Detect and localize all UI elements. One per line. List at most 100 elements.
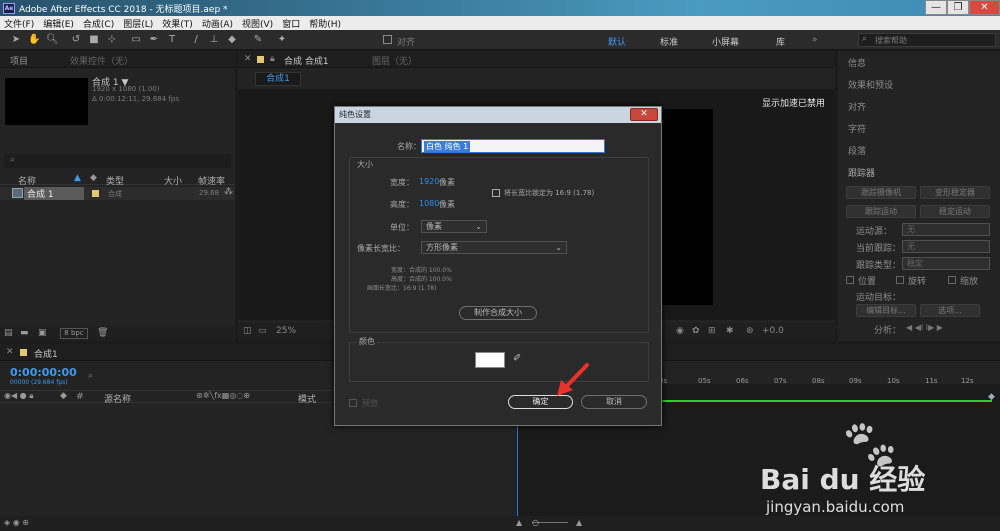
lock-icon[interactable]: 🔒︎	[270, 54, 275, 64]
menu-composition[interactable]: 合成(C)	[83, 17, 114, 30]
rectangle-tool-icon[interactable]: ▭	[130, 34, 142, 46]
rotation-checkbox[interactable]	[896, 276, 904, 284]
menu-file[interactable]: 文件(F)	[4, 17, 34, 30]
workspace-library[interactable]: 库	[776, 35, 785, 48]
menu-effect[interactable]: 效果(T)	[162, 17, 193, 30]
label-color-swatch[interactable]	[92, 190, 99, 197]
panel-paragraph[interactable]: 段落	[848, 144, 866, 157]
current-track-select[interactable]: 无	[902, 240, 990, 253]
search-icon[interactable]: ⌕	[88, 371, 93, 381]
current-timecode[interactable]: 0:00:00:00	[10, 366, 77, 379]
camera-tool-icon[interactable]: ■	[88, 34, 100, 46]
menu-layer[interactable]: 图层(L)	[123, 17, 153, 30]
bpc-button[interactable]: 8 bpc	[60, 328, 88, 339]
warp-stabilizer-button[interactable]: 变形稳定器	[920, 186, 990, 199]
zoom-in-icon[interactable]: ▲	[576, 518, 582, 527]
roto-brush-tool-icon[interactable]: ✎	[252, 34, 264, 46]
rotate-tool-icon[interactable]: ↺	[70, 34, 82, 46]
menu-window[interactable]: 窗口	[282, 17, 300, 30]
panel-tracker[interactable]: 跟踪器	[848, 166, 875, 179]
track-motion-button[interactable]: 跟踪运动	[846, 205, 916, 218]
panel-align[interactable]: 对齐	[848, 100, 866, 113]
interpret-footage-icon[interactable]: ▤	[4, 328, 13, 338]
scale-checkbox[interactable]	[948, 276, 956, 284]
table-row[interactable]: 合成 1 合成 29.68 ⁂	[0, 187, 235, 200]
panel-info[interactable]: 信息	[848, 56, 866, 69]
zoom-out-icon[interactable]: ▲	[516, 518, 522, 527]
col-type[interactable]: 类型	[106, 174, 124, 187]
color-swatch[interactable]	[475, 352, 505, 368]
options-button[interactable]: 选项...	[920, 304, 980, 317]
height-value[interactable]: 1080	[419, 199, 439, 208]
zoom-value[interactable]: 25%	[276, 326, 296, 336]
pan-behind-tool-icon[interactable]: ⊹	[106, 34, 118, 46]
workspace-small-screen[interactable]: 小屏幕	[712, 35, 739, 48]
viewer-subtab[interactable]: 合成1	[255, 72, 301, 86]
make-comp-size-button[interactable]: 制作合成大小	[459, 306, 537, 320]
reset-icon[interactable]: ⊛	[746, 326, 754, 336]
panel-character[interactable]: 字符	[848, 122, 866, 135]
timeline-comp-tab[interactable]: 合成1	[34, 347, 58, 360]
exposure-icon[interactable]: ✱	[726, 326, 734, 336]
hand-tool-icon[interactable]: ✋	[28, 34, 40, 46]
menu-animation[interactable]: 动画(A)	[202, 17, 233, 30]
minimize-button[interactable]: —	[925, 0, 947, 15]
dialog-close-button[interactable]: ✕	[630, 108, 658, 121]
track-type-select[interactable]: 稳定	[902, 257, 990, 270]
eyedropper-icon[interactable]: ✐	[513, 353, 521, 364]
layer-switches-icon[interactable]: ⊛✲╲fx▦◎◌⊕	[196, 391, 250, 400]
project-search-field[interactable]: ⌕	[4, 154, 231, 168]
help-search-box[interactable]: ⌕ 搜索帮助	[858, 33, 996, 47]
menu-help[interactable]: 帮助(H)	[309, 17, 341, 30]
motion-source-select[interactable]: 无	[902, 223, 990, 236]
menu-edit[interactable]: 编辑(E)	[43, 17, 74, 30]
col-size[interactable]: 大小	[164, 174, 182, 187]
col-mode[interactable]: 模式	[298, 392, 316, 405]
grid-icon[interactable]: ⊞	[708, 326, 716, 336]
eraser-tool-icon[interactable]: ◆	[226, 34, 238, 46]
puppet-tool-icon[interactable]: ✦	[276, 34, 288, 46]
close-tab-icon[interactable]: ✕	[6, 347, 14, 357]
camera-snapshot-icon[interactable]: ◉	[676, 326, 684, 336]
close-tab-icon[interactable]: ✕	[244, 54, 252, 64]
always-preview-icon[interactable]: ◫	[243, 326, 252, 336]
av-switches-icon[interactable]: ◉◀ ● 🔒︎	[4, 391, 33, 401]
monitor-icon[interactable]: ▭	[258, 326, 267, 336]
col-fps[interactable]: 帧速率	[198, 174, 225, 187]
col-source-name[interactable]: 源名称	[104, 392, 131, 405]
tab-layer[interactable]: 图层（无）	[372, 54, 417, 67]
width-value[interactable]: 1920	[419, 177, 439, 186]
workspace-more-icon[interactable]: »	[812, 35, 818, 45]
col-name[interactable]: 名称	[18, 174, 36, 187]
menu-view[interactable]: 视图(V)	[242, 17, 273, 30]
zoom-tool-icon[interactable]: 🔍︎	[46, 34, 59, 46]
new-comp-icon[interactable]: ▣	[38, 328, 47, 338]
analyze-backward-icon[interactable]: ◀ ◀I I▶ ▶	[906, 323, 943, 332]
close-button[interactable]: ✕	[969, 0, 1000, 15]
type-tool-icon[interactable]: T	[166, 34, 178, 46]
workspace-standard[interactable]: 标准	[660, 35, 678, 48]
zoom-slider-thumb[interactable]: ○	[532, 518, 539, 527]
brush-tool-icon[interactable]: /	[190, 34, 202, 46]
lock-aspect-checkbox[interactable]	[492, 189, 500, 197]
exposure-value[interactable]: +0.0	[762, 326, 784, 336]
stabilize-motion-button[interactable]: 稳定运动	[920, 205, 990, 218]
show-channel-icon[interactable]: ✿	[692, 326, 700, 336]
tab-effect-controls[interactable]: 效果控件（无）	[70, 54, 133, 67]
trash-icon[interactable]: 🗑︎	[97, 328, 108, 338]
work-area-end-icon[interactable]: ◆	[988, 392, 995, 402]
edit-target-button[interactable]: 编辑目标...	[856, 304, 916, 317]
preview-checkbox[interactable]	[349, 399, 357, 407]
selection-tool-icon[interactable]: ➤	[10, 34, 22, 46]
pixel-aspect-select[interactable]: 方形像素 ⌄	[421, 241, 567, 254]
toggle-panes-icon[interactable]: ◈ ◉ ⊕	[4, 518, 29, 527]
snap-checkbox[interactable]	[383, 35, 392, 44]
track-camera-button[interactable]: 跟踪摄像机	[846, 186, 916, 199]
units-select[interactable]: 像素 ⌄	[421, 220, 487, 233]
restore-button[interactable]: ❐	[947, 0, 969, 15]
position-checkbox[interactable]	[846, 276, 854, 284]
name-input[interactable]: 白色 纯色 1	[421, 139, 605, 153]
tab-project[interactable]: 项目	[10, 54, 28, 67]
row-name[interactable]: 合成 1	[24, 187, 84, 200]
new-folder-icon[interactable]: ▬	[20, 328, 29, 338]
